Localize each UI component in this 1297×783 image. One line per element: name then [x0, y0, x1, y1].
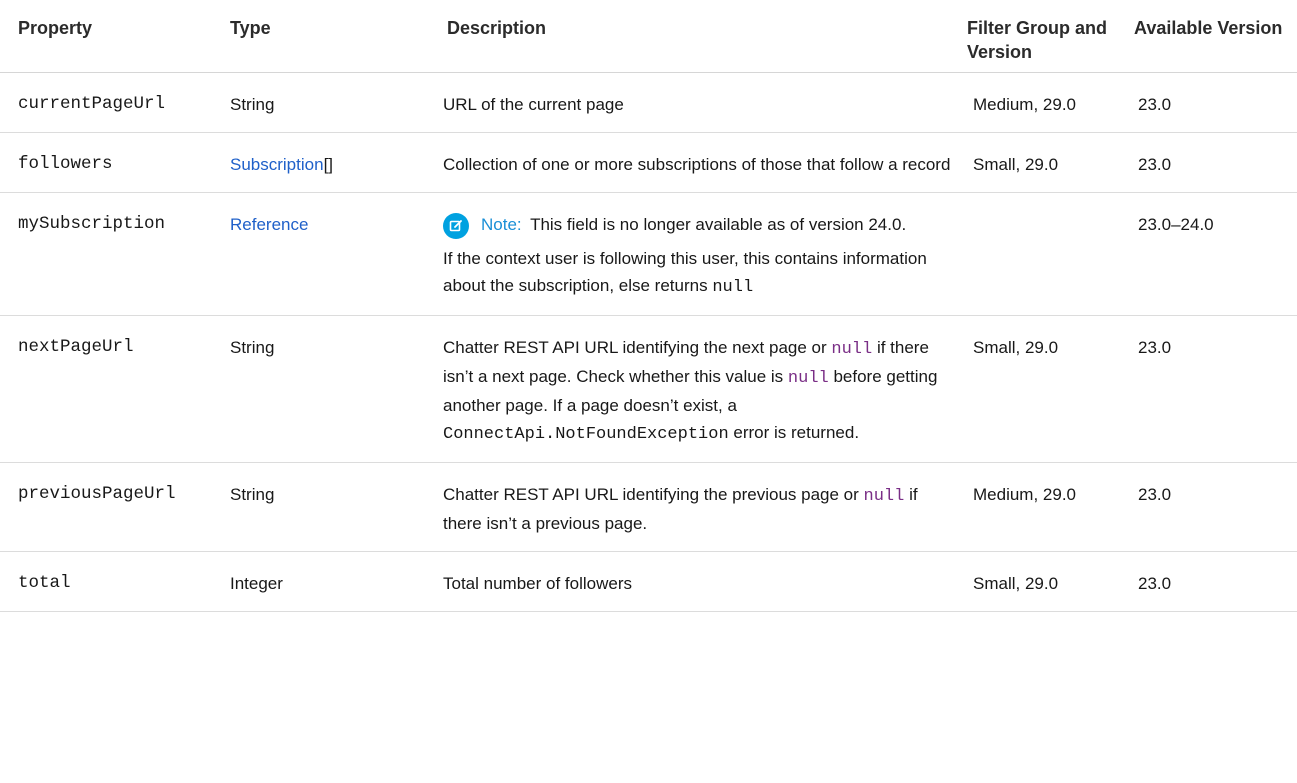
- available-version-cell: 23.0: [1126, 132, 1297, 193]
- filter-group-cell: Medium, 29.0: [959, 72, 1126, 133]
- type-cell: Reference: [212, 192, 429, 316]
- description-cell: Total number of followers: [429, 551, 959, 612]
- property-cell: previousPageUrl: [0, 462, 212, 552]
- properties-table: Property Type Description Filter Group a…: [0, 0, 1297, 612]
- description-part: Chatter REST API URL identifying the nex…: [443, 338, 827, 357]
- property-cell: nextPageUrl: [0, 315, 212, 463]
- filter-group-cell: Small, 29.0: [959, 315, 1126, 463]
- available-version-cell: 23.0: [1126, 462, 1297, 552]
- header-description: Description: [429, 0, 959, 73]
- type-cell: String: [212, 72, 429, 133]
- description-cell: Collection of one or more subscriptions …: [429, 132, 959, 193]
- available-version-cell: 23.0: [1126, 551, 1297, 612]
- filter-group-cell: Small, 29.0: [959, 551, 1126, 612]
- type-link-reference[interactable]: Reference: [230, 215, 308, 234]
- type-cell: String: [212, 462, 429, 552]
- property-cell: total: [0, 551, 212, 612]
- code-null: null: [787, 369, 829, 388]
- table-row: nextPageUrl String Chatter REST API URL …: [0, 315, 1297, 463]
- description-sentence: If the context user is following this us…: [443, 249, 927, 295]
- type-cell: String: [212, 315, 429, 463]
- available-version-cell: 23.0: [1126, 72, 1297, 133]
- code-null: null: [712, 278, 754, 297]
- description-part: error is returned.: [733, 423, 860, 442]
- available-version-cell: 23.0: [1126, 315, 1297, 463]
- filter-group-cell: Small, 29.0: [959, 132, 1126, 193]
- filter-group-cell: Medium, 29.0: [959, 462, 1126, 552]
- description-cell: URL of the current page: [429, 72, 959, 133]
- type-cell: Subscription[]: [212, 132, 429, 193]
- description-part: Chatter REST API URL identifying the pre…: [443, 485, 859, 504]
- table-row: followers Subscription[] Collection of o…: [0, 132, 1297, 193]
- header-filter-group: Filter Group and Version: [959, 0, 1126, 73]
- description-text: If the context user is following this us…: [443, 245, 951, 301]
- edit-note-icon: [443, 213, 469, 239]
- code-exception: ConnectApi.NotFoundException: [443, 425, 729, 444]
- array-suffix: []: [323, 155, 334, 174]
- note-text: This field is no longer available as of …: [530, 215, 907, 234]
- header-available-version: Available Version: [1126, 0, 1297, 73]
- table-row: mySubscription Reference Note: This fiel…: [0, 192, 1297, 316]
- table-row: previousPageUrl String Chatter REST API …: [0, 462, 1297, 552]
- type-link-subscription[interactable]: Subscription: [230, 155, 324, 174]
- table-row: total Integer Total number of followers …: [0, 551, 1297, 612]
- description-cell: Chatter REST API URL identifying the nex…: [429, 315, 959, 463]
- note-label: Note:: [481, 215, 522, 234]
- property-cell: followers: [0, 132, 212, 193]
- description-cell: Chatter REST API URL identifying the pre…: [429, 462, 959, 552]
- note-callout: Note: This field is no longer available …: [443, 211, 951, 239]
- header-property: Property: [0, 0, 212, 73]
- header-type: Type: [212, 0, 429, 73]
- property-cell: mySubscription: [0, 192, 212, 316]
- table-header-row: Property Type Description Filter Group a…: [0, 0, 1297, 73]
- table-row: currentPageUrl String URL of the current…: [0, 72, 1297, 133]
- available-version-cell: 23.0–24.0: [1126, 192, 1297, 316]
- filter-group-cell: [959, 192, 1126, 316]
- type-cell: Integer: [212, 551, 429, 612]
- code-null: null: [831, 340, 873, 359]
- description-cell: Note: This field is no longer available …: [429, 192, 959, 316]
- note-content: Note: This field is no longer available …: [481, 211, 906, 238]
- code-null: null: [863, 487, 905, 506]
- property-cell: currentPageUrl: [0, 72, 212, 133]
